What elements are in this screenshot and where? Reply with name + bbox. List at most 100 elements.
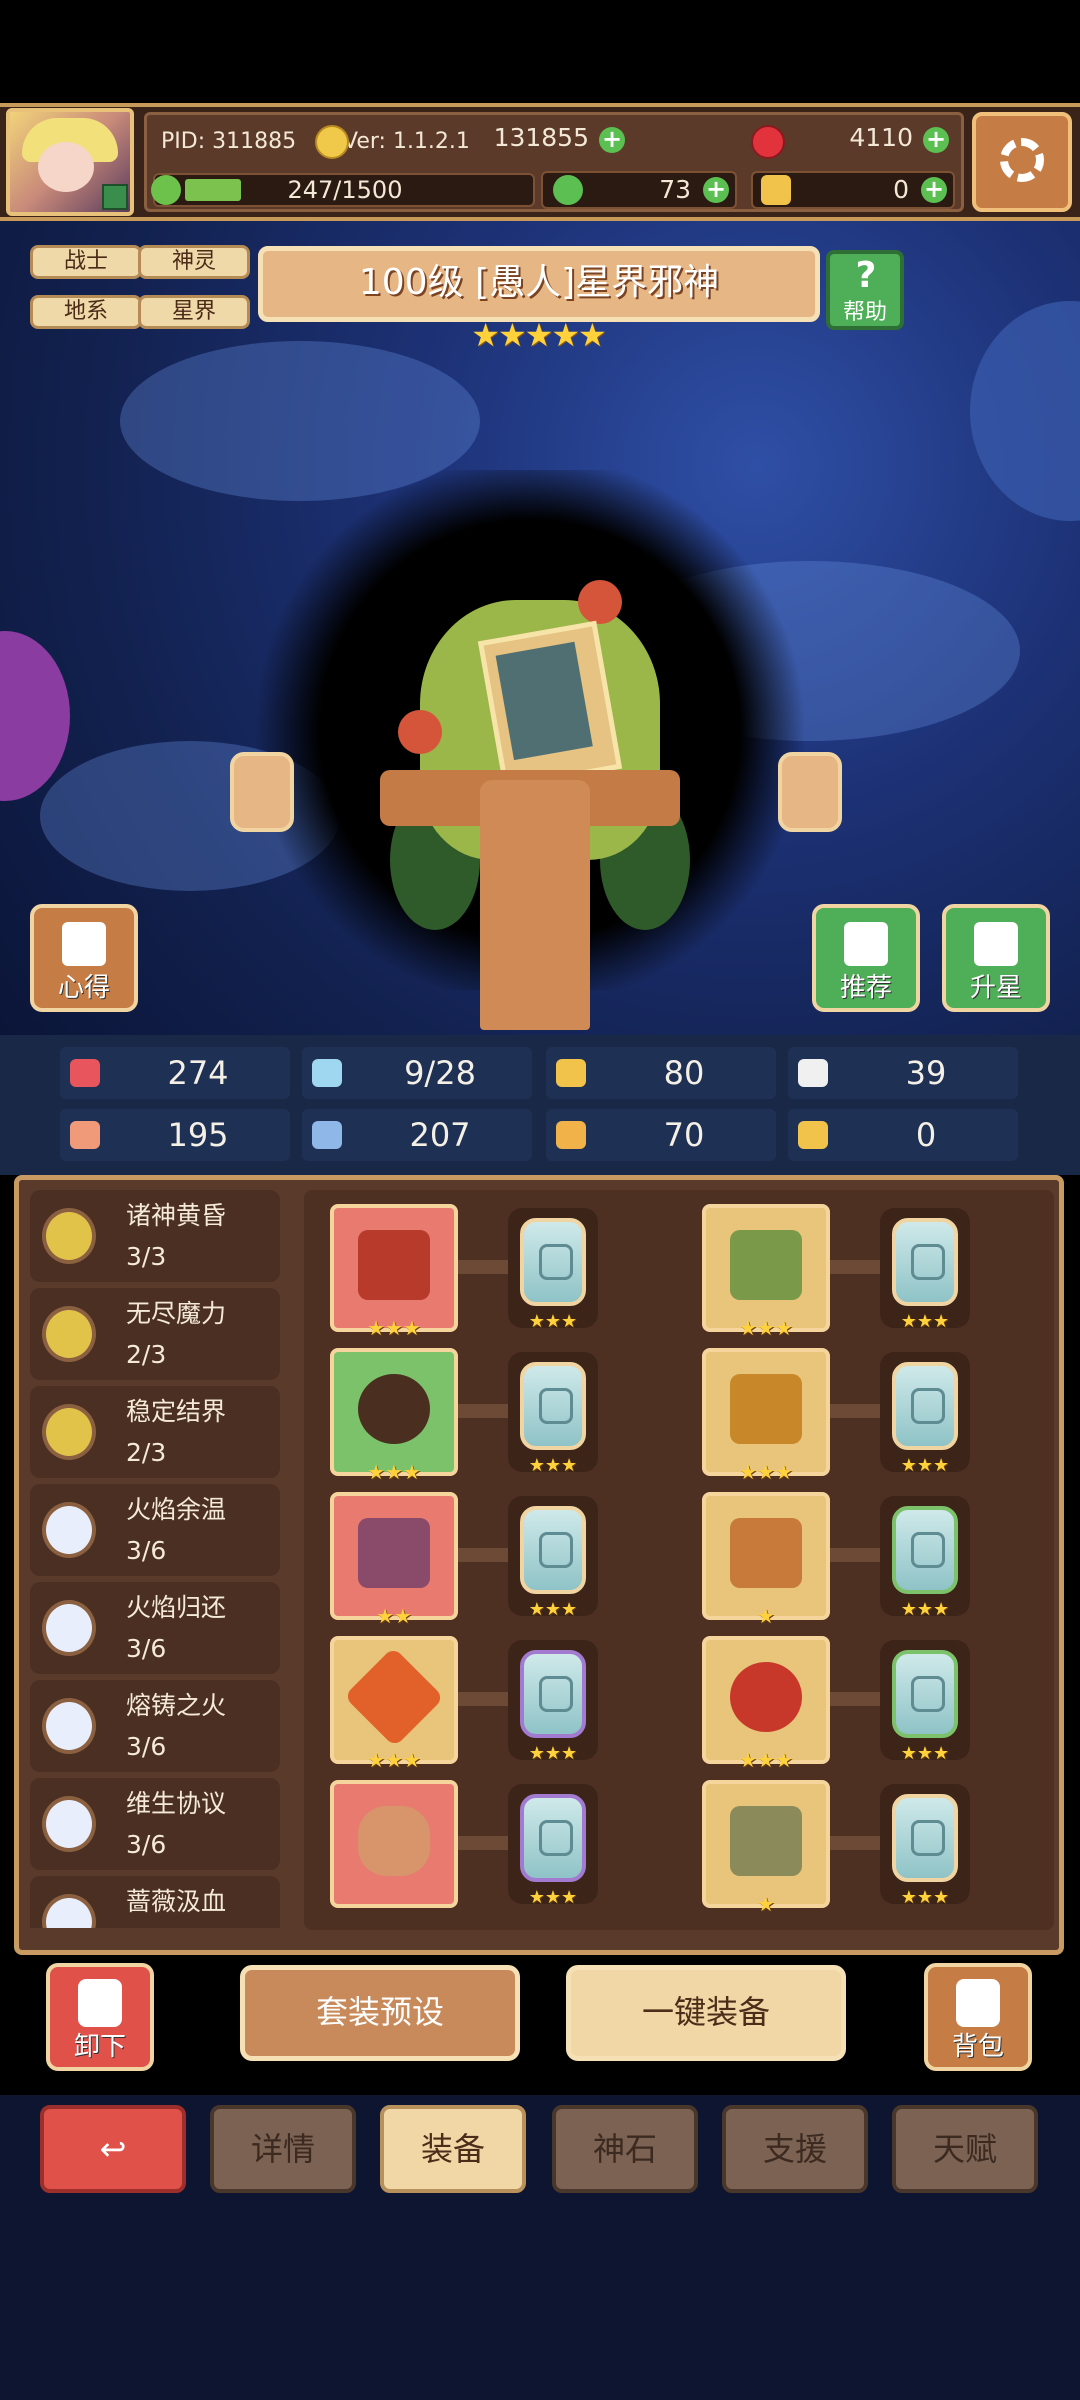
stat-value: 9/28 bbox=[404, 1054, 476, 1092]
rune-slot[interactable]: ★★★ bbox=[880, 1352, 970, 1476]
exp-text: 247/1500 bbox=[287, 176, 403, 204]
rune-stars: ★★★ bbox=[900, 1599, 950, 1620]
thumbs-up-icon bbox=[844, 922, 888, 966]
backpack-button[interactable]: 背包 bbox=[924, 1963, 1032, 2071]
equip-slot-boots[interactable]: ★ bbox=[702, 1780, 830, 1916]
fire-crystal-icon bbox=[343, 1646, 445, 1748]
rune-slot[interactable]: ★★★ bbox=[508, 1352, 598, 1476]
player-avatar[interactable] bbox=[6, 108, 134, 216]
add-ruby-button[interactable]: + bbox=[923, 127, 949, 153]
set-item[interactable]: 无尽魔力 2/3 bbox=[30, 1288, 280, 1380]
rune-slot[interactable]: ★★★ bbox=[880, 1640, 970, 1764]
rune-slot[interactable]: ★★★ bbox=[880, 1784, 970, 1908]
rune-slot[interactable]: ★★★ bbox=[880, 1208, 970, 1332]
gold-counter: 131855 + bbox=[311, 121, 631, 159]
bracelet-icon bbox=[358, 1806, 430, 1876]
set-name: 火焰归还 bbox=[126, 1593, 227, 1622]
recommend-button[interactable]: 推荐 bbox=[812, 904, 920, 1012]
slot-link bbox=[458, 1404, 508, 1418]
star-icon bbox=[974, 922, 1018, 966]
set-name: 蔷薇汲血 bbox=[126, 1887, 227, 1916]
hero-sprite[interactable] bbox=[380, 580, 700, 1030]
rune-icon bbox=[911, 1820, 945, 1856]
slot-link bbox=[830, 1548, 880, 1562]
rune-card bbox=[892, 1362, 958, 1450]
auto-equip-button[interactable]: 一键装备 bbox=[566, 1965, 846, 2061]
rune-icon bbox=[539, 1244, 573, 1280]
bottom-background bbox=[0, 2205, 1080, 2400]
set-item[interactable]: 诸神黄昏 3/3 bbox=[30, 1190, 280, 1282]
tag-astral[interactable]: 星界 bbox=[138, 295, 250, 329]
set-name: 稳定结界 bbox=[126, 1397, 227, 1426]
tab-support[interactable]: 支援 bbox=[722, 2105, 868, 2193]
set-item[interactable]: 熔铸之火 3/6 bbox=[30, 1680, 280, 1772]
backpack-label: 背包 bbox=[951, 2032, 1004, 2062]
equip-slot-ring[interactable]: ★★★ bbox=[702, 1636, 830, 1772]
rune-card bbox=[520, 1362, 586, 1450]
rune-slot[interactable]: ★★★ bbox=[508, 1496, 598, 1620]
equip-slot-weapon[interactable]: ★★★ bbox=[330, 1204, 458, 1340]
rune-slot[interactable]: ★★★ bbox=[508, 1784, 598, 1908]
wing-icon bbox=[798, 1059, 828, 1087]
book-icon bbox=[312, 1121, 342, 1149]
rune-stars: ★★★ bbox=[900, 1743, 950, 1764]
silver-set-icon bbox=[42, 1600, 96, 1656]
rune-icon bbox=[539, 1388, 573, 1424]
clover-counter: 73 + bbox=[541, 171, 737, 209]
tab-details[interactable]: 详情 bbox=[210, 2105, 356, 2193]
equip-slot-gloves[interactable]: ★ bbox=[702, 1492, 830, 1628]
hero-stats: 274 9/28 80 39 195 207 70 0 bbox=[0, 1035, 1080, 1175]
set-item[interactable]: 火焰归还 3/6 bbox=[30, 1582, 280, 1674]
add-key-button[interactable]: + bbox=[921, 177, 947, 203]
settings-button[interactable] bbox=[972, 112, 1072, 212]
insight-button[interactable]: 心得 bbox=[30, 904, 138, 1012]
tab-talent[interactable]: 天赋 bbox=[892, 2105, 1038, 2193]
recommend-label: 推荐 bbox=[839, 973, 892, 1003]
portrait-image bbox=[495, 641, 593, 761]
rune-slot[interactable]: ★★★ bbox=[880, 1496, 970, 1620]
rune-icon bbox=[911, 1244, 945, 1280]
hero-title: 100级 [愚人]星界邪神 bbox=[258, 246, 820, 322]
unequip-label: 卸下 bbox=[73, 2032, 126, 2062]
slot-link bbox=[458, 1548, 508, 1562]
pid-label: PID: 311885 bbox=[161, 129, 297, 154]
tag-deity[interactable]: 神灵 bbox=[138, 245, 250, 279]
back-button[interactable]: ↩ bbox=[40, 2105, 186, 2193]
equip-slot-amulet[interactable]: ★★★ bbox=[330, 1636, 458, 1772]
equip-slot-vest[interactable]: ★★ bbox=[330, 1492, 458, 1628]
rune-slot[interactable]: ★★★ bbox=[508, 1640, 598, 1764]
set-item[interactable]: 蔷薇汲血 bbox=[30, 1876, 280, 1928]
water-drop-icon bbox=[312, 1059, 342, 1087]
add-gold-button[interactable]: + bbox=[599, 127, 625, 153]
help-button[interactable]: ? 帮助 bbox=[826, 250, 904, 330]
boots-icon bbox=[730, 1806, 802, 1876]
set-item[interactable]: 维生协议 3/6 bbox=[30, 1778, 280, 1870]
tag-warrior[interactable]: 战士 bbox=[30, 245, 142, 279]
rune-slot[interactable]: ★★★ bbox=[508, 1208, 598, 1332]
set-count: 2/3 bbox=[126, 1340, 167, 1369]
set-name: 熔铸之火 bbox=[126, 1691, 227, 1720]
gear-icon bbox=[1000, 138, 1044, 182]
equip-slot-bracelet[interactable] bbox=[330, 1780, 458, 1908]
set-preset-button[interactable]: 套装预设 bbox=[240, 1965, 520, 2061]
equip-slot-helmet[interactable]: ★★★ bbox=[702, 1204, 830, 1340]
rune-card bbox=[520, 1650, 586, 1738]
item-stars: ★★★ bbox=[367, 1316, 421, 1340]
slot-link bbox=[830, 1260, 880, 1274]
tab-god-stone[interactable]: 神石 bbox=[552, 2105, 698, 2193]
set-item[interactable]: 火焰余温 3/6 bbox=[30, 1484, 280, 1576]
tab-equipment[interactable]: 装备 bbox=[380, 2105, 526, 2193]
silver-set-icon bbox=[42, 1502, 96, 1558]
set-item[interactable]: 稳定结界 2/3 bbox=[30, 1386, 280, 1478]
stat-value: 207 bbox=[409, 1116, 471, 1154]
add-clover-button[interactable]: + bbox=[703, 177, 729, 203]
star-up-button[interactable]: 升星 bbox=[942, 904, 1050, 1012]
equip-slot-armor[interactable]: ★★★ bbox=[702, 1348, 830, 1484]
status-bar-area bbox=[0, 0, 1080, 103]
dark-orb-icon bbox=[358, 1374, 430, 1444]
set-bonus-list[interactable]: 诸神黄昏 3/3 无尽魔力 2/3 稳定结界 2/3 火焰余温 3/6 火焰归还 3/6 … bbox=[30, 1190, 294, 1928]
unequip-button[interactable]: 卸下 bbox=[46, 1963, 154, 2071]
equip-slot-offhand[interactable]: ★★★ bbox=[330, 1348, 458, 1484]
tag-earth[interactable]: 地系 bbox=[30, 295, 142, 329]
item-stars: ★★★ bbox=[367, 1748, 421, 1772]
